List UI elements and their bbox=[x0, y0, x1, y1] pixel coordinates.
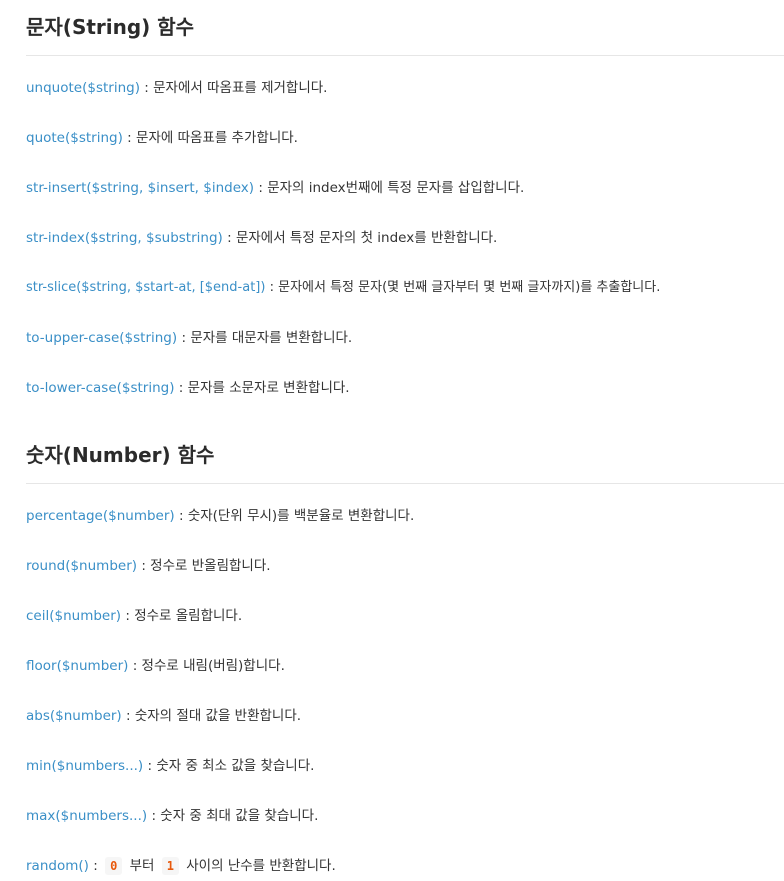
function-description: 문자의 index번째에 특정 문자를 삽입합니다. bbox=[267, 180, 525, 196]
function-name: unquote($string) bbox=[26, 80, 140, 96]
section-divider bbox=[26, 55, 784, 56]
list-item: max($numbers...) : 숫자 중 최대 값을 찾습니다. bbox=[26, 806, 318, 826]
list-item: to-upper-case($string) : 문자를 대문자를 변환합니다. bbox=[26, 328, 352, 348]
separator: : bbox=[178, 380, 184, 396]
list-item: min($numbers...) : 숫자 중 최소 값을 찾습니다. bbox=[26, 756, 314, 776]
function-description: 문자를 대문자를 변환합니다. bbox=[190, 330, 353, 346]
function-name: str-slice($string, $start-at, [$end-at]) bbox=[26, 280, 266, 295]
list-item: unquote($string) : 문자에서 따옴표를 제거합니다. bbox=[26, 78, 327, 98]
list-item: str-index($string, $substring) : 문자에서 특정… bbox=[26, 228, 497, 248]
function-name: floor($number) bbox=[26, 658, 129, 674]
function-description: 문자를 소문자로 변환합니다. bbox=[187, 380, 350, 396]
list-item: round($number) : 정수로 반올림합니다. bbox=[26, 556, 271, 576]
separator: : bbox=[269, 280, 274, 295]
function-name: min($numbers...) bbox=[26, 758, 144, 774]
separator: : bbox=[93, 858, 98, 874]
list-item: percentage($number) : 숫자(단위 무시)를 백분율로 변환… bbox=[26, 506, 414, 526]
function-description-part: 부터 bbox=[129, 858, 155, 874]
separator: : bbox=[147, 758, 153, 774]
section-divider bbox=[26, 483, 784, 484]
function-name: str-insert($string, $insert, $index) bbox=[26, 180, 255, 196]
inline-code: 1 bbox=[161, 857, 179, 875]
list-item: to-lower-case($string) : 문자를 소문자로 변환합니다. bbox=[26, 378, 350, 398]
function-name: max($numbers...) bbox=[26, 808, 148, 824]
function-description: 정수로 반올림합니다. bbox=[150, 558, 271, 574]
separator: : bbox=[127, 130, 132, 146]
function-description-part: 사이의 난수를 반환합니다. bbox=[186, 858, 336, 874]
function-name: to-upper-case($string) bbox=[26, 330, 178, 346]
function-description: 정수로 내림(버림)합니다. bbox=[141, 658, 285, 674]
list-item: str-slice($string, $start-at, [$end-at])… bbox=[26, 278, 660, 298]
string-functions-heading: 문자(String) 함수 bbox=[26, 15, 195, 39]
function-name: to-lower-case($string) bbox=[26, 380, 175, 396]
function-description: 숫자 중 최대 값을 찾습니다. bbox=[160, 808, 319, 824]
separator: : bbox=[132, 658, 138, 674]
function-description: 문자에 따옴표를 추가합니다. bbox=[136, 130, 298, 146]
function-description: 문자에서 특정 문자의 첫 index를 반환합니다. bbox=[235, 230, 498, 246]
function-name: percentage($number) bbox=[26, 508, 175, 524]
list-item: ceil($number) : 정수로 올림합니다. bbox=[26, 606, 242, 626]
inline-code: 0 bbox=[105, 857, 123, 875]
separator: : bbox=[181, 330, 187, 346]
function-name: ceil($number) bbox=[26, 608, 122, 624]
separator: : bbox=[258, 180, 263, 196]
separator: : bbox=[141, 558, 146, 574]
function-description: 문자에서 따옴표를 제거합니다. bbox=[153, 80, 328, 96]
function-description: 정수로 올림합니다. bbox=[134, 608, 243, 624]
function-name: round($number) bbox=[26, 558, 138, 574]
function-name: abs($number) bbox=[26, 708, 122, 724]
list-item: quote($string) : 문자에 따옴표를 추가합니다. bbox=[26, 128, 298, 148]
function-description: 숫자(단위 무시)를 백분율로 변환합니다. bbox=[187, 508, 415, 524]
separator: : bbox=[227, 230, 232, 246]
function-name: random() bbox=[26, 858, 89, 874]
list-item: floor($number) : 정수로 내림(버림)합니다. bbox=[26, 656, 285, 676]
separator: : bbox=[178, 508, 184, 524]
list-item: abs($number) : 숫자의 절대 값을 반환합니다. bbox=[26, 706, 301, 726]
list-item: random() : 0 부터 1 사이의 난수를 반환합니다. bbox=[26, 856, 336, 876]
separator: : bbox=[144, 80, 149, 96]
separator: : bbox=[151, 808, 156, 824]
function-description: 숫자의 절대 값을 반환합니다. bbox=[134, 708, 302, 724]
separator: : bbox=[125, 608, 130, 624]
function-description: 문자에서 특정 문자(몇 번째 글자부터 몇 번째 글자까지)를 추출합니다. bbox=[278, 280, 661, 295]
separator: : bbox=[125, 708, 131, 724]
function-name: str-index($string, $substring) bbox=[26, 230, 223, 246]
function-name: quote($string) bbox=[26, 130, 123, 146]
function-description: 숫자 중 최소 값을 찾습니다. bbox=[156, 758, 315, 774]
number-functions-heading: 숫자(Number) 함수 bbox=[26, 443, 215, 467]
list-item: str-insert($string, $insert, $index) : 문… bbox=[26, 178, 524, 198]
